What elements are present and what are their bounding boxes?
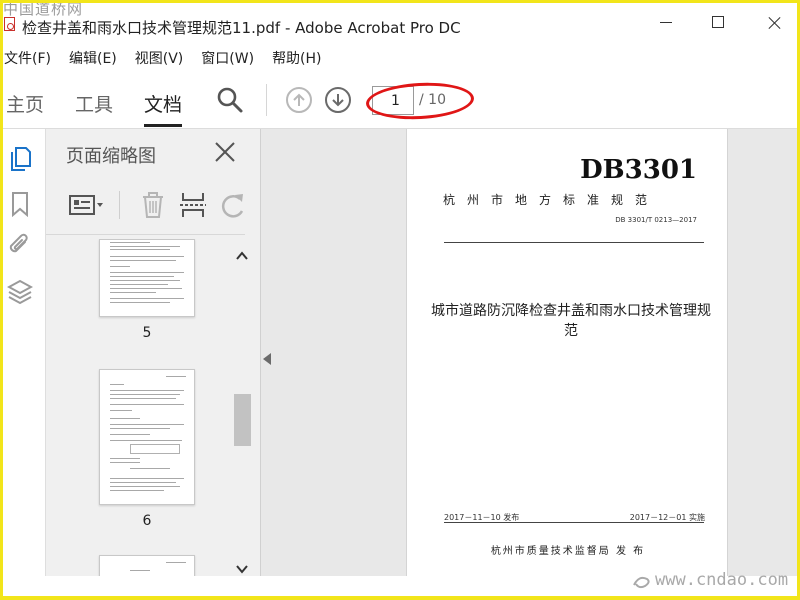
next-page-button[interactable] bbox=[325, 87, 351, 113]
menu-help[interactable]: 帮助(H) bbox=[272, 48, 321, 68]
close-window-icon[interactable] bbox=[768, 16, 782, 30]
bookmark-icon[interactable] bbox=[7, 191, 33, 218]
close-icon[interactable] bbox=[214, 141, 236, 163]
panel-splitter[interactable] bbox=[260, 129, 261, 576]
main-toolbar: 主页 工具 文档 / 10 bbox=[0, 72, 800, 129]
attachments-icon[interactable] bbox=[7, 233, 33, 259]
maximize-icon[interactable] bbox=[712, 16, 724, 28]
thumbnail-label: 5 bbox=[142, 325, 152, 341]
rotate-icon[interactable] bbox=[218, 191, 248, 219]
tab-tools[interactable]: 工具 bbox=[75, 90, 113, 117]
search-icon[interactable] bbox=[216, 86, 244, 114]
tab-document[interactable]: 文档 bbox=[144, 90, 183, 127]
panel-toolbar bbox=[46, 177, 245, 235]
menu-file[interactable]: 文件(F) bbox=[4, 48, 51, 68]
collapse-panel-icon[interactable] bbox=[263, 350, 271, 365]
scroll-down-icon[interactable] bbox=[236, 560, 248, 574]
thumbnail-page-5[interactable] bbox=[99, 239, 195, 317]
window-title: 检查井盖和雨水口技术管理规范11.pdf - Adobe Acrobat Pro… bbox=[22, 19, 461, 37]
thumbnails-panel: 页面缩略图 5 6 bbox=[45, 129, 260, 576]
site-watermark-url: www.cndao.com bbox=[655, 570, 789, 590]
footer-rule bbox=[444, 522, 704, 523]
delete-icon[interactable] bbox=[138, 191, 168, 219]
previous-page-button[interactable] bbox=[286, 87, 312, 113]
page-thumbnails-icon[interactable] bbox=[7, 145, 33, 171]
scroll-up-icon[interactable] bbox=[236, 247, 248, 260]
header-rule bbox=[444, 242, 704, 243]
issuer: 杭州市质量技术监督局 发 布 bbox=[490, 546, 646, 557]
thumbnails-scrollbar[interactable] bbox=[231, 239, 253, 576]
document-title: 城市道路防沉降检查井盖和雨水口技术管理规范 bbox=[431, 303, 711, 339]
menu-window[interactable]: 窗口(W) bbox=[201, 48, 254, 68]
menu-view[interactable]: 视图(V) bbox=[135, 48, 184, 68]
site-watermark: 中国道桥网 bbox=[3, 0, 84, 18]
standard-number: DB 3301/T 0213—2017 bbox=[615, 216, 697, 224]
thumbnail-label: 6 bbox=[142, 513, 152, 529]
insert-page-icon[interactable] bbox=[178, 191, 208, 219]
navigation-rail bbox=[3, 129, 45, 576]
panel-toolbar-separator bbox=[119, 191, 120, 219]
tab-home[interactable]: 主页 bbox=[6, 90, 44, 117]
watermark-logo-icon bbox=[633, 576, 650, 589]
page-number-input[interactable] bbox=[372, 86, 414, 115]
thumbnails-list[interactable]: 5 6 bbox=[46, 239, 261, 576]
thumbnail-page-7[interactable] bbox=[99, 555, 195, 576]
layers-icon[interactable] bbox=[6, 279, 34, 305]
page-total: / 10 bbox=[419, 92, 446, 108]
standard-code: DB3301 bbox=[580, 155, 697, 185]
standard-category: 杭州市地方标准规范 bbox=[443, 193, 660, 207]
thumbnail-options-icon[interactable] bbox=[68, 191, 103, 219]
document-page: DB3301 杭州市地方标准规范 DB 3301/T 0213—2017 城市道… bbox=[406, 129, 728, 576]
menu-bar: 文件(F) 编辑(E) 视图(V) 窗口(W) 帮助(H) bbox=[0, 44, 800, 72]
pdf-file-icon bbox=[4, 17, 15, 31]
thumbnail-page-6[interactable] bbox=[99, 369, 195, 505]
document-view[interactable]: DB3301 杭州市地方标准规范 DB 3301/T 0213—2017 城市道… bbox=[261, 129, 797, 576]
panel-title: 页面缩略图 bbox=[66, 146, 156, 167]
menu-edit[interactable]: 编辑(E) bbox=[69, 48, 117, 68]
minimize-icon[interactable] bbox=[660, 22, 672, 23]
title-bar: 中国道桥网 检查井盖和雨水口技术管理规范11.pdf - Adobe Acrob… bbox=[0, 0, 800, 44]
arrow-up-icon bbox=[293, 93, 305, 106]
arrow-down-icon bbox=[332, 94, 344, 107]
toolbar-separator bbox=[266, 84, 267, 116]
scrollbar-thumb[interactable] bbox=[234, 394, 251, 446]
